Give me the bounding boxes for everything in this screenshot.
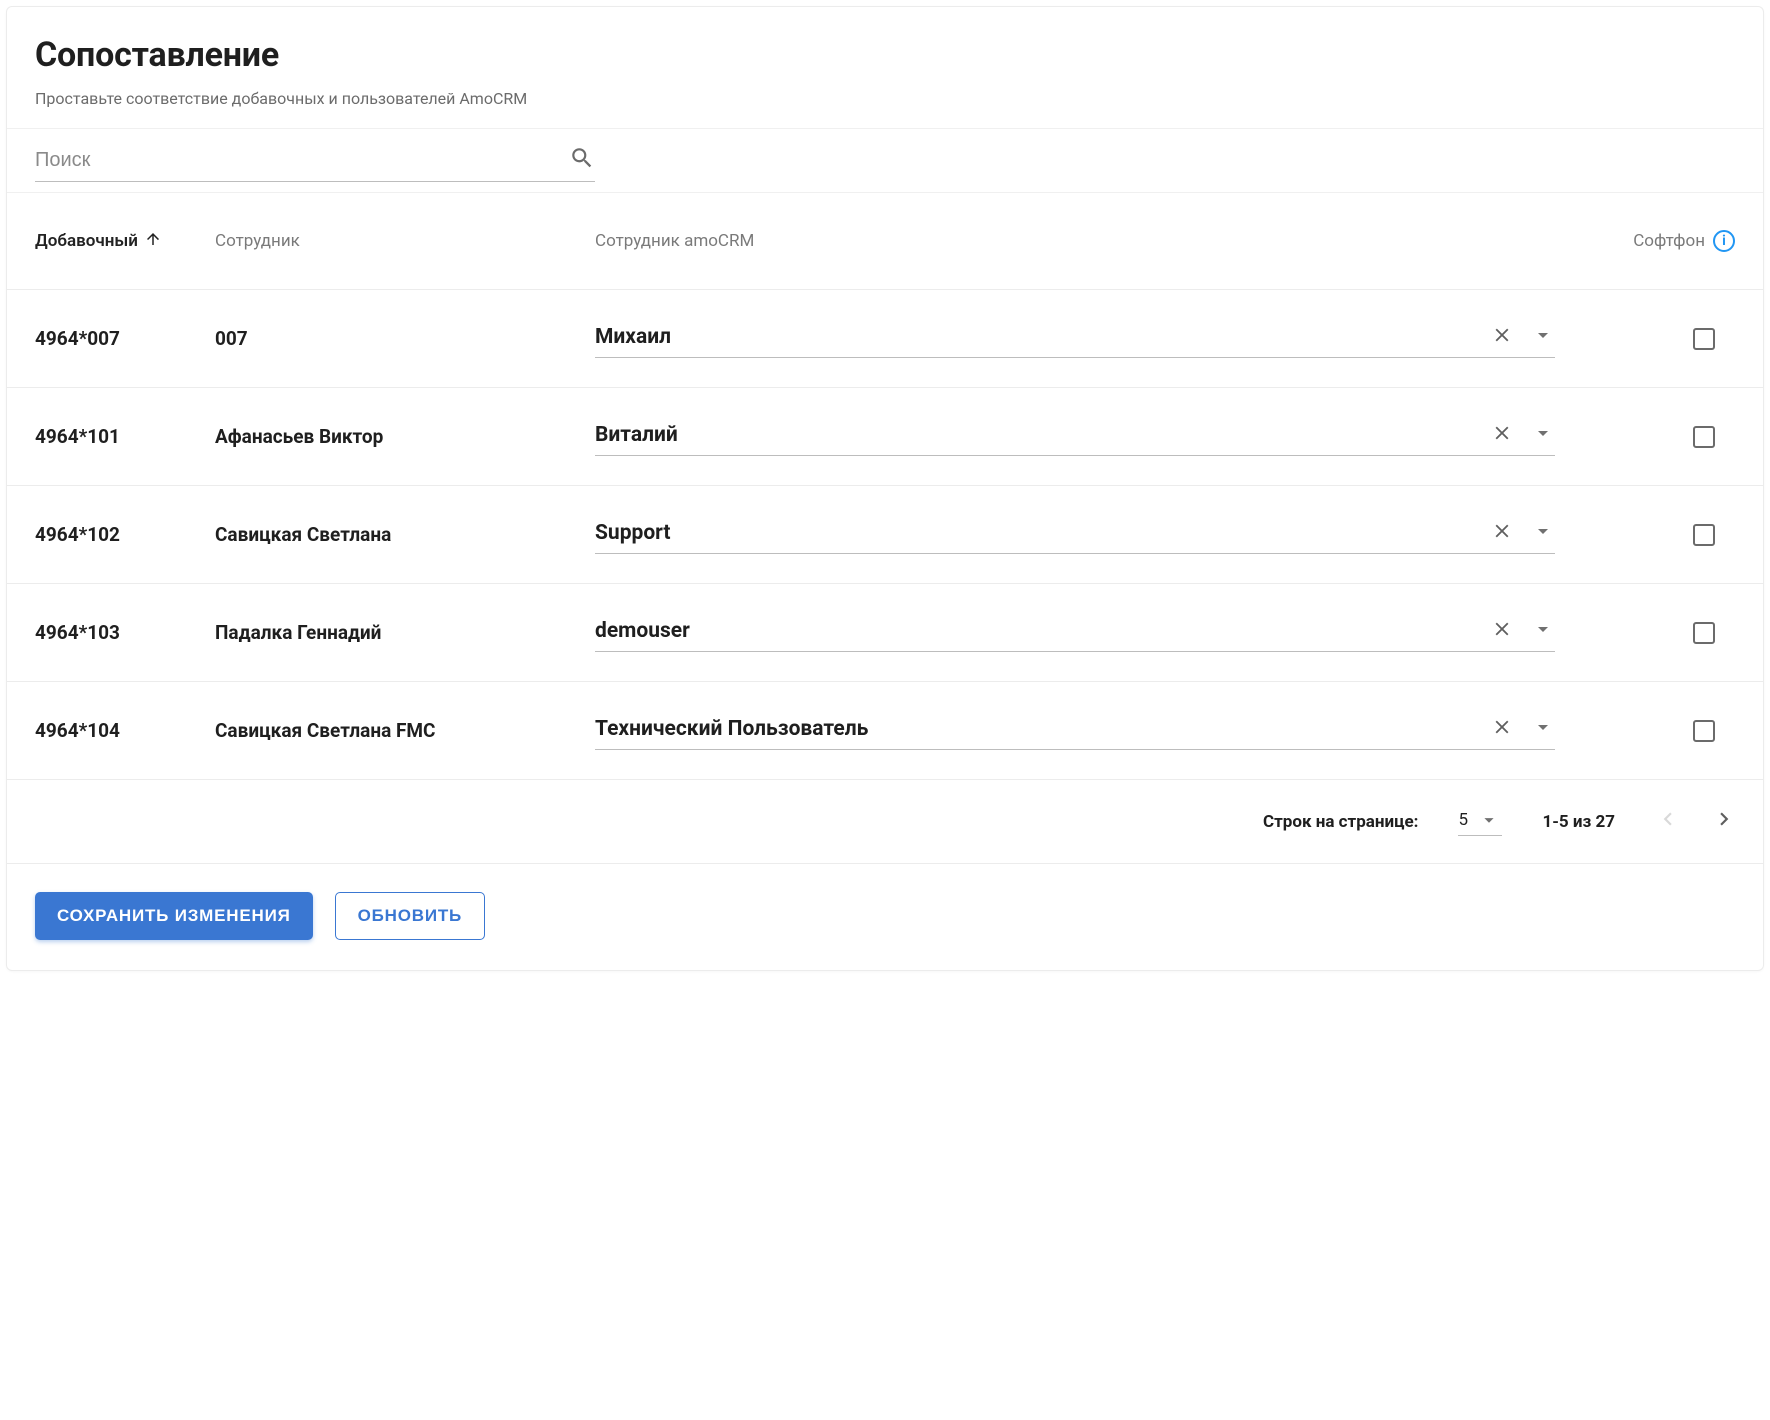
search-field[interactable]: [35, 139, 595, 182]
table-row: 4964*103 Падалка Геннадий demouser: [7, 583, 1763, 681]
amocrm-cell: demouser: [595, 613, 1585, 652]
amocrm-select[interactable]: Виталий: [595, 417, 1555, 456]
employee-cell: Афанасьев Виктор: [215, 425, 595, 448]
softphone-cell: [1585, 328, 1735, 350]
amocrm-select[interactable]: demouser: [595, 613, 1555, 652]
column-amocrm[interactable]: Сотрудник amoCRM: [595, 231, 1585, 251]
close-icon[interactable]: [1491, 520, 1513, 546]
prev-page-button[interactable]: [1655, 806, 1681, 837]
table-footer: Строк на странице: 5 1-5 из 27: [7, 779, 1763, 863]
column-extension-label: Добавочный: [35, 231, 138, 251]
rows-per-page-value: 5: [1458, 810, 1468, 830]
pagination-nav: [1655, 806, 1747, 837]
rows-per-page-select[interactable]: 5: [1458, 807, 1502, 836]
table-header: Добавочный Сотрудник Сотрудник amoCRM Со…: [7, 193, 1763, 289]
save-button[interactable]: СОХРАНИТЬ ИЗМЕНЕНИЯ: [35, 892, 313, 940]
close-icon[interactable]: [1491, 716, 1513, 742]
amocrm-cell: Михаил: [595, 319, 1585, 358]
close-icon[interactable]: [1491, 618, 1513, 644]
extension-cell: 4964*102: [35, 523, 215, 546]
info-icon[interactable]: i: [1713, 230, 1735, 252]
chevron-down-icon[interactable]: [1531, 519, 1555, 547]
table-row: 4964*007 007 Михаил: [7, 289, 1763, 387]
close-icon[interactable]: [1491, 422, 1513, 448]
softphone-checkbox[interactable]: [1693, 622, 1715, 644]
chevron-down-icon[interactable]: [1531, 323, 1555, 351]
column-employee[interactable]: Сотрудник: [215, 231, 595, 251]
pagination-range: 1-5 из 27: [1542, 812, 1615, 832]
page-subtitle: Проставьте соответствие добавочных и пол…: [35, 89, 1735, 108]
employee-cell: 007: [215, 327, 595, 350]
mapping-card: Сопоставление Проставьте соответствие до…: [6, 6, 1764, 971]
close-icon[interactable]: [1491, 324, 1513, 350]
chevron-down-icon: [1478, 809, 1500, 831]
amocrm-cell: Support: [595, 515, 1585, 554]
page-title: Сопоставление: [35, 35, 1735, 75]
amocrm-select[interactable]: Support: [595, 515, 1555, 554]
chevron-down-icon[interactable]: [1531, 617, 1555, 645]
amocrm-select-value: Виталий: [595, 423, 1491, 447]
amocrm-cell: Виталий: [595, 417, 1585, 456]
softphone-cell: [1585, 622, 1735, 644]
search-row: [7, 128, 1763, 193]
amocrm-select-value: demouser: [595, 619, 1491, 643]
amocrm-select-value: Технический Пользователь: [595, 717, 1491, 741]
amocrm-select[interactable]: Технический Пользователь: [595, 711, 1555, 750]
actions-row: СОХРАНИТЬ ИЗМЕНЕНИЯ ОБНОВИТЬ: [7, 863, 1763, 970]
softphone-cell: [1585, 426, 1735, 448]
table-row: 4964*104 Савицкая Светлана FMC Техническ…: [7, 681, 1763, 779]
extension-cell: 4964*104: [35, 719, 215, 742]
column-extension[interactable]: Добавочный: [35, 230, 215, 253]
softphone-checkbox[interactable]: [1693, 426, 1715, 448]
extension-cell: 4964*101: [35, 425, 215, 448]
softphone-cell: [1585, 720, 1735, 742]
chevron-down-icon[interactable]: [1531, 421, 1555, 449]
table-row: 4964*101 Афанасьев Виктор Виталий: [7, 387, 1763, 485]
search-icon: [569, 145, 595, 175]
amocrm-select[interactable]: Михаил: [595, 319, 1555, 358]
employee-cell: Падалка Геннадий: [215, 621, 595, 644]
table-row: 4964*102 Савицкая Светлана Support: [7, 485, 1763, 583]
extension-cell: 4964*103: [35, 621, 215, 644]
column-softphone-label: Софтфон: [1633, 231, 1705, 251]
chevron-left-icon: [1655, 806, 1681, 832]
next-page-button[interactable]: [1711, 806, 1737, 837]
softphone-checkbox[interactable]: [1693, 720, 1715, 742]
softphone-cell: [1585, 524, 1735, 546]
rows-per-page-label: Строк на странице:: [1263, 812, 1418, 832]
chevron-down-icon[interactable]: [1531, 715, 1555, 743]
column-softphone[interactable]: Софтфон i: [1585, 230, 1735, 252]
column-employee-label: Сотрудник: [215, 231, 300, 251]
amocrm-select-value: Support: [595, 521, 1491, 545]
sort-asc-icon: [144, 230, 162, 253]
column-amocrm-label: Сотрудник amoCRM: [595, 231, 754, 251]
softphone-checkbox[interactable]: [1693, 524, 1715, 546]
extension-cell: 4964*007: [35, 327, 215, 350]
mapping-table: Добавочный Сотрудник Сотрудник amoCRM Со…: [7, 193, 1763, 863]
amocrm-cell: Технический Пользователь: [595, 711, 1585, 750]
search-input[interactable]: [35, 149, 569, 172]
softphone-checkbox[interactable]: [1693, 328, 1715, 350]
chevron-right-icon: [1711, 806, 1737, 832]
employee-cell: Савицкая Светлана FMC: [215, 719, 595, 742]
amocrm-select-value: Михаил: [595, 325, 1491, 349]
card-header: Сопоставление Проставьте соответствие до…: [7, 7, 1763, 128]
employee-cell: Савицкая Светлана: [215, 523, 595, 546]
refresh-button[interactable]: ОБНОВИТЬ: [335, 892, 485, 940]
